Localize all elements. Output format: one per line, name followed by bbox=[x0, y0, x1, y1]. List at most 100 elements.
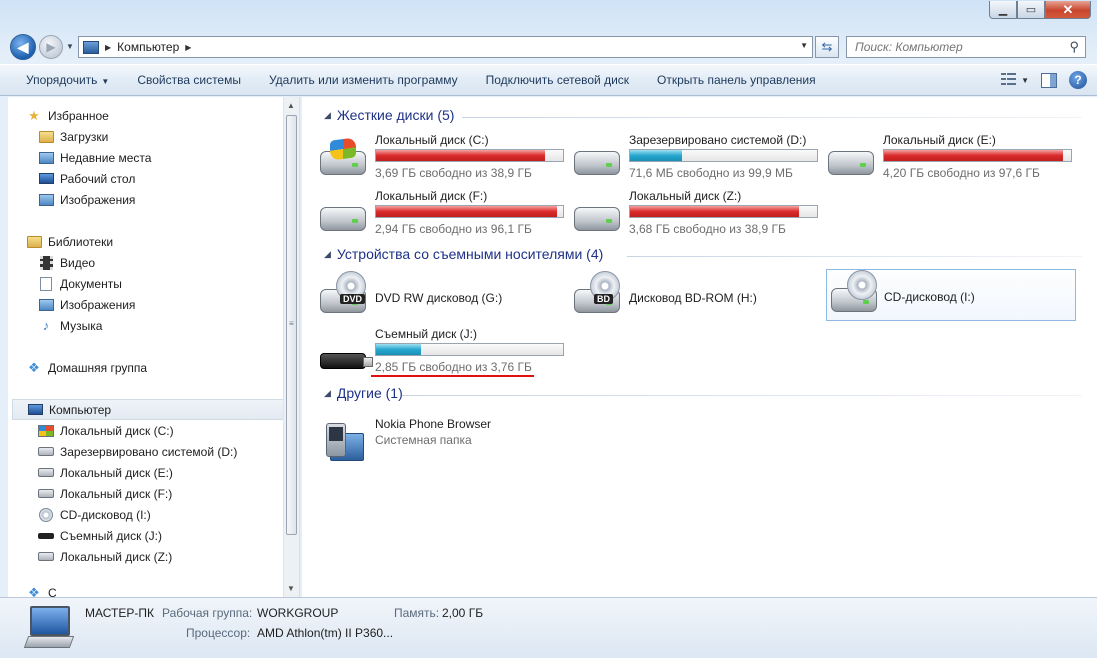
drive-tile-d[interactable]: Зарезервировано системой (D:) 71,6 МБ св… bbox=[556, 133, 826, 183]
hard-drive-icon bbox=[828, 145, 876, 177]
scroll-down-icon[interactable]: ▼ bbox=[287, 584, 295, 593]
drive-name: Локальный диск (Z:) bbox=[629, 189, 742, 203]
scroll-up-icon[interactable]: ▲ bbox=[287, 101, 295, 110]
drive-tile-g[interactable]: DVD DVD RW дисковод (G:) bbox=[302, 271, 552, 321]
organize-button[interactable]: Упорядочить ▼ bbox=[0, 73, 123, 87]
open-control-panel-button[interactable]: Открыть панель управления bbox=[643, 73, 830, 87]
drive-free-space: 2,94 ГБ свободно из 96,1 ГБ bbox=[375, 222, 532, 236]
dvd-badge: DVD bbox=[340, 294, 366, 304]
drive-tile-z[interactable]: Локальный диск (Z:) 3,68 ГБ свободно из … bbox=[556, 189, 826, 239]
folder-name: Nokia Phone Browser bbox=[375, 417, 492, 431]
workgroup-value: WORKGROUP bbox=[257, 606, 339, 620]
minimize-button[interactable]: ▁ bbox=[989, 1, 1017, 19]
maximize-button[interactable]: ▭ bbox=[1017, 1, 1045, 19]
close-button[interactable]: ✕ bbox=[1045, 1, 1091, 19]
back-arrow-icon: ◀ bbox=[17, 38, 29, 55]
sidebar-item-pictures[interactable]: Изображения bbox=[38, 189, 314, 210]
breadcrumb-chevron-icon[interactable]: ▶ bbox=[105, 43, 111, 52]
hard-drive-icon bbox=[38, 550, 54, 564]
refresh-button[interactable]: ⇆ bbox=[815, 36, 839, 58]
system-properties-button[interactable]: Свойства системы bbox=[123, 73, 255, 87]
refresh-icon: ⇆ bbox=[821, 39, 833, 54]
breadcrumb-computer[interactable]: Компьютер bbox=[117, 40, 179, 54]
sidebar-item-downloads[interactable]: Загрузки bbox=[38, 126, 314, 147]
sidebar-item-desktop[interactable]: Рабочий стол bbox=[38, 168, 314, 189]
group-title: Устройства со съемными носителями (4) bbox=[336, 246, 604, 262]
sidebar-item-music[interactable]: ♪ Музыка bbox=[38, 315, 314, 336]
group-divider bbox=[627, 256, 1082, 257]
sidebar-item-documents[interactable]: Документы bbox=[38, 273, 314, 294]
forward-button[interactable]: ▶ bbox=[39, 35, 63, 59]
sidebar-item-drive-f[interactable]: Локальный диск (F:) bbox=[38, 483, 314, 504]
collapse-triangle-icon[interactable]: ◢ bbox=[324, 249, 331, 260]
help-icon[interactable]: ? bbox=[1069, 71, 1087, 89]
sidebar-item-label: CD-дисковод (I:) bbox=[60, 507, 151, 522]
sidebar-item-computer[interactable]: Компьютер bbox=[12, 399, 284, 420]
sidebar-item-drive-i[interactable]: CD-дисковод (I:) bbox=[38, 504, 314, 525]
group-header-other[interactable]: ◢ Другие (1) bbox=[324, 385, 403, 401]
cpu-label: Процессор: bbox=[186, 626, 251, 640]
sidebar-item-drive-z[interactable]: Локальный диск (Z:) bbox=[38, 546, 314, 567]
sidebar-item-drive-d[interactable]: Зарезервировано системой (D:) bbox=[38, 441, 314, 462]
change-view-icon[interactable] bbox=[1001, 73, 1017, 87]
search-input[interactable] bbox=[855, 40, 1055, 54]
hard-drive-icon bbox=[38, 487, 54, 501]
view-dropdown-icon[interactable]: ▼ bbox=[1021, 76, 1029, 85]
sidebar-item-label: С bbox=[48, 586, 57, 597]
drive-tile-j[interactable]: Съемный диск (J:) 2,85 ГБ свободно из 3,… bbox=[302, 327, 572, 377]
uninstall-program-button[interactable]: Удалить или изменить программу bbox=[255, 73, 472, 87]
usb-drive-icon bbox=[38, 529, 54, 543]
drive-tile-i[interactable]: CD-дисковод (I:) bbox=[826, 269, 1076, 321]
address-dropdown-icon[interactable]: ▼ bbox=[800, 41, 808, 50]
sidebar-item-libraries[interactable]: Библиотеки bbox=[26, 231, 302, 252]
sidebar-item-network[interactable]: ❖ С bbox=[26, 586, 302, 597]
history-dropdown-icon[interactable]: ▼ bbox=[66, 42, 74, 51]
drive-free-space: 2,85 ГБ свободно из 3,76 ГБ bbox=[375, 360, 532, 374]
nav-scrollbar[interactable]: ▲ ≡ ▼ bbox=[283, 97, 299, 597]
group-header-removable[interactable]: ◢ Устройства со съемными носителями (4) bbox=[324, 246, 603, 262]
sidebar-item-label: Библиотеки bbox=[48, 234, 114, 249]
collapse-triangle-icon[interactable]: ◢ bbox=[324, 388, 331, 399]
cd-drive-icon bbox=[831, 270, 879, 314]
drive-tile-c[interactable]: Локальный диск (C:) 3,69 ГБ свободно из … bbox=[302, 133, 572, 183]
group-divider bbox=[402, 395, 1082, 396]
drive-tile-e[interactable]: Локальный диск (E:) 4,20 ГБ свободно из … bbox=[810, 133, 1080, 183]
sidebar-item-drive-j[interactable]: Съемный диск (J:) bbox=[38, 525, 314, 546]
annotation-underline bbox=[371, 375, 534, 377]
sidebar-item-drive-c[interactable]: Локальный диск (C:) bbox=[38, 420, 314, 441]
command-bar: Упорядочить ▼ Свойства системы Удалить ил… bbox=[0, 64, 1097, 96]
drive-name: CD-дисковод (I:) bbox=[884, 290, 975, 304]
sidebar-item-label: Видео bbox=[60, 255, 96, 270]
system-folder-tile[interactable]: Nokia Phone Browser Системная папка bbox=[302, 415, 552, 471]
sidebar-item-label: Домашняя группа bbox=[48, 360, 148, 375]
system-folder-icon bbox=[326, 423, 366, 467]
group-header-hard-disks[interactable]: ◢ Жесткие диски (5) bbox=[324, 107, 454, 123]
collapse-triangle-icon[interactable]: ◢ bbox=[324, 110, 331, 121]
sidebar-item-recent-places[interactable]: Недавние места bbox=[38, 147, 314, 168]
preview-pane-icon[interactable] bbox=[1041, 72, 1057, 88]
sidebar-item-videos[interactable]: Видео bbox=[38, 252, 314, 273]
drive-usage-bar bbox=[375, 149, 564, 162]
drive-tile-f[interactable]: Локальный диск (F:) 2,94 ГБ свободно из … bbox=[302, 189, 572, 239]
grip-icon: ≡ bbox=[289, 319, 294, 328]
star-icon: ★ bbox=[28, 107, 40, 123]
sidebar-item-homegroup[interactable]: ❖ Домашняя группа bbox=[26, 357, 302, 378]
search-icon[interactable]: ⚲ bbox=[1069, 39, 1079, 55]
drive-name: DVD RW дисковод (G:) bbox=[375, 291, 503, 305]
address-bar[interactable]: ▶ Компьютер ▶ ▼ bbox=[78, 36, 813, 58]
breadcrumb-chevron-icon[interactable]: ▶ bbox=[185, 43, 191, 52]
drive-name: Зарезервировано системой (D:) bbox=[629, 133, 807, 147]
sidebar-item-label: Загрузки bbox=[60, 129, 109, 144]
drive-tile-h[interactable]: BD Дисковод BD-ROM (H:) bbox=[556, 271, 806, 321]
sidebar-item-drive-e[interactable]: Локальный диск (E:) bbox=[38, 462, 314, 483]
computer-icon bbox=[27, 403, 43, 417]
sidebar-item-favorites[interactable]: ★ Избранное bbox=[26, 105, 302, 126]
drive-usage-bar bbox=[375, 343, 564, 356]
map-network-drive-button[interactable]: Подключить сетевой диск bbox=[472, 73, 643, 87]
sidebar-item-label: Документы bbox=[60, 276, 122, 291]
usage-fill bbox=[884, 150, 1063, 161]
back-button[interactable]: ◀ bbox=[10, 34, 36, 60]
details-pane: МАСТЕР-ПК Рабочая группа: WORKGROUP Памя… bbox=[0, 597, 1097, 658]
search-box[interactable]: ⚲ bbox=[846, 36, 1086, 58]
sidebar-item-library-pictures[interactable]: Изображения bbox=[38, 294, 314, 315]
